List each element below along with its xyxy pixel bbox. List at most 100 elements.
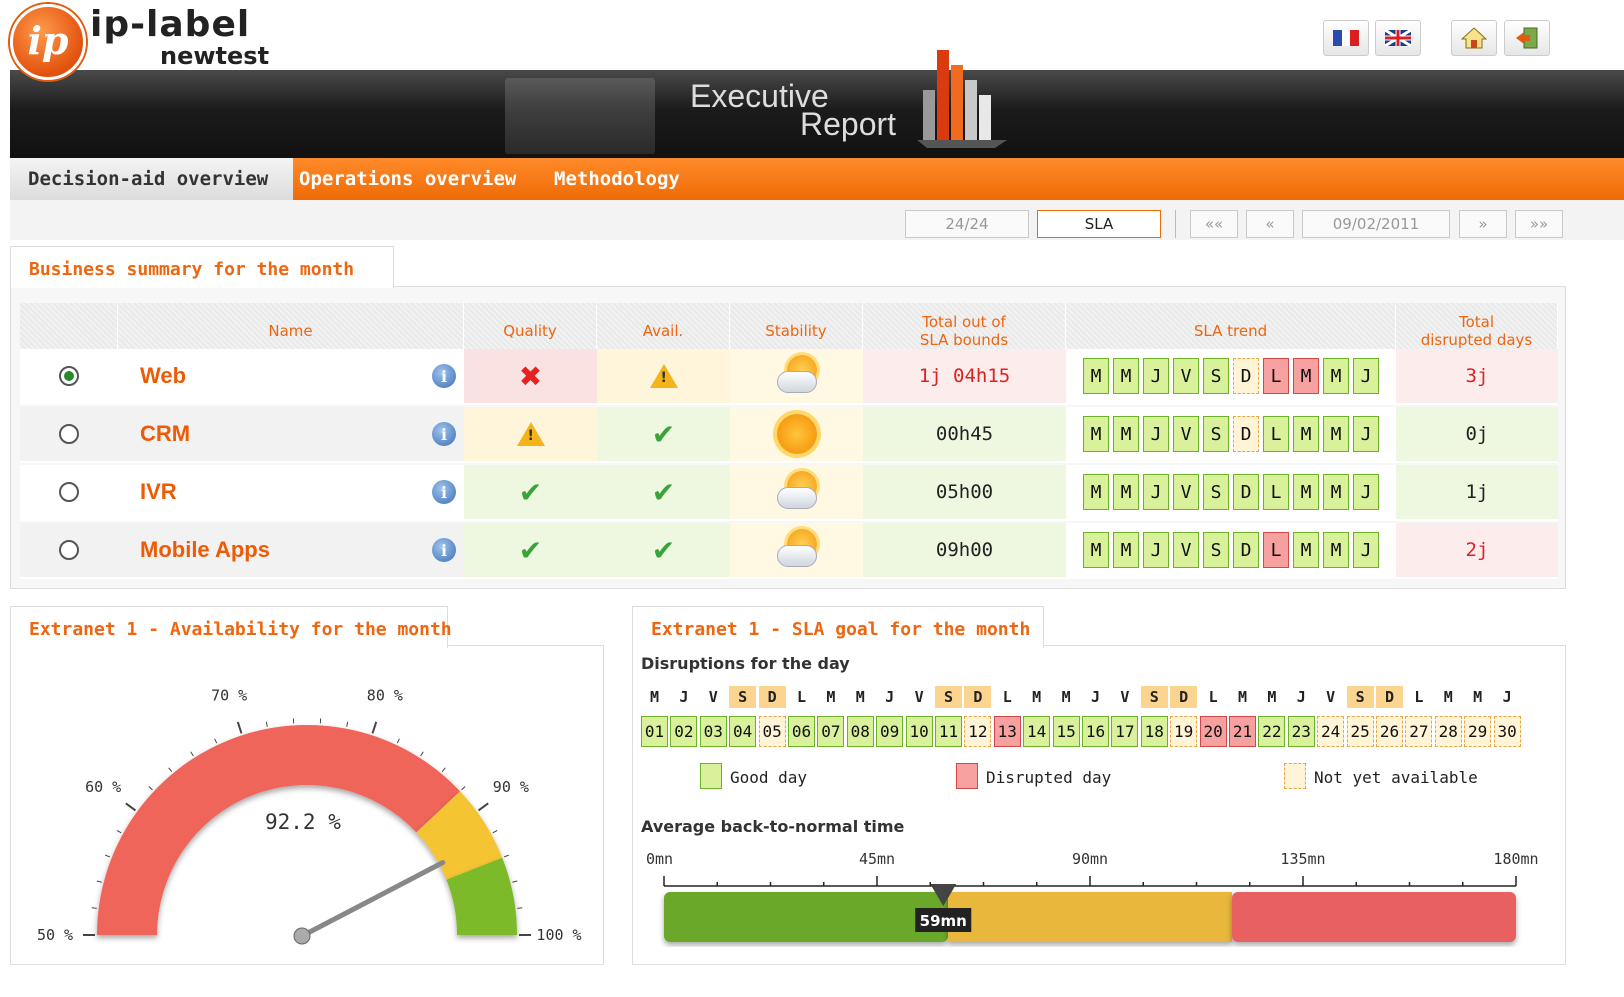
calendar-day[interactable]: 23 bbox=[1287, 716, 1315, 747]
sla-trend-day: M bbox=[1113, 474, 1139, 510]
row-select-radio[interactable] bbox=[59, 424, 79, 444]
weekday-label: M bbox=[1267, 688, 1277, 706]
table-cell: MMJVSDLMMJ bbox=[1066, 523, 1396, 579]
info-icon[interactable]: i bbox=[432, 480, 456, 504]
calendar-day[interactable]: 07 bbox=[817, 716, 845, 747]
sla-trend-day: J bbox=[1143, 474, 1169, 510]
total-disrupted-days: 2j bbox=[1465, 539, 1489, 561]
scale-label: 180mn bbox=[1493, 850, 1538, 868]
gauge-tick bbox=[91, 907, 97, 909]
sla-trend-days: MMJVSDLMMJ bbox=[1083, 532, 1379, 568]
sla-trend-day: J bbox=[1143, 358, 1169, 394]
weekday-label: L bbox=[796, 688, 807, 706]
weekday-label: V bbox=[1120, 688, 1130, 706]
calendar-day[interactable]: 08 bbox=[846, 716, 874, 747]
calendar-day[interactable]: 01 bbox=[641, 716, 668, 747]
calendar-day[interactable]: 06 bbox=[788, 716, 815, 747]
calendar-day[interactable]: 27 bbox=[1405, 716, 1433, 747]
info-icon[interactable]: i bbox=[432, 422, 456, 446]
english-flag-button[interactable] bbox=[1375, 20, 1421, 56]
calendar-day[interactable]: 13 bbox=[993, 716, 1021, 747]
weekday-label: D bbox=[1376, 686, 1403, 708]
info-icon[interactable]: i bbox=[432, 364, 456, 388]
sla-trend-day: D bbox=[1233, 532, 1259, 568]
sla-trend-day: L bbox=[1263, 474, 1289, 510]
table-cell: MMJVSDLMMJ bbox=[1066, 465, 1396, 521]
weekday-label: M bbox=[649, 688, 660, 706]
calendar-day[interactable]: 05 bbox=[758, 716, 786, 747]
logout-button[interactable] bbox=[1504, 20, 1550, 56]
calendar-day[interactable]: 12 bbox=[964, 716, 992, 747]
next-period-button[interactable]: » bbox=[1459, 210, 1507, 238]
first-period-button[interactable]: «« bbox=[1190, 210, 1238, 238]
table-cell: 05h00 bbox=[863, 465, 1066, 521]
calendar-day[interactable]: 25 bbox=[1346, 716, 1374, 747]
calendar-day[interactable]: 18 bbox=[1140, 716, 1168, 747]
tab-decision-aid-overview[interactable]: Decision-aid overview bbox=[28, 168, 268, 190]
mode-24-24-button[interactable]: 24/24 bbox=[905, 210, 1029, 238]
weekday-label: L bbox=[1414, 688, 1424, 706]
calendar-day[interactable]: 16 bbox=[1082, 716, 1109, 747]
calendar-day[interactable]: 20 bbox=[1199, 716, 1227, 747]
calendar-day[interactable]: 19 bbox=[1170, 716, 1198, 747]
table-cell: IVR i bbox=[118, 465, 464, 521]
calendar-day[interactable]: 02 bbox=[670, 716, 698, 747]
sla-trend-day: M bbox=[1323, 416, 1349, 452]
sla-trend-day: J bbox=[1353, 416, 1379, 452]
legend-disrupted-swatch bbox=[956, 763, 978, 789]
calendar-day[interactable]: 17 bbox=[1111, 716, 1139, 747]
calendar-day[interactable]: 10 bbox=[905, 716, 933, 747]
calendar-day[interactable]: 22 bbox=[1258, 716, 1286, 747]
calendar-day[interactable]: 28 bbox=[1434, 716, 1462, 747]
app-name[interactable]: Web bbox=[140, 363, 186, 389]
app-name[interactable]: Mobile Apps bbox=[140, 537, 270, 563]
calendar-day[interactable]: 30 bbox=[1493, 716, 1521, 747]
weekday-label: V bbox=[1326, 688, 1336, 706]
calendar-day[interactable]: 29 bbox=[1464, 716, 1492, 747]
calendar-day[interactable]: 21 bbox=[1229, 716, 1256, 747]
calendar-day[interactable]: 04 bbox=[729, 716, 757, 747]
calendar-day[interactable]: 11 bbox=[935, 716, 962, 747]
weekday-label: S bbox=[1346, 686, 1374, 708]
sla-trend-day: M bbox=[1293, 416, 1319, 452]
sla-trend-days: MMJVSDLMMJ bbox=[1083, 474, 1379, 510]
weekday-label: D bbox=[758, 686, 786, 708]
row-select-radio[interactable] bbox=[59, 540, 79, 560]
date-field[interactable]: 09/02/2011 bbox=[1302, 210, 1450, 238]
calendar-day[interactable]: 26 bbox=[1376, 716, 1403, 747]
app-name[interactable]: IVR bbox=[140, 479, 177, 505]
total-disrupted-days: 0j bbox=[1465, 423, 1489, 445]
row-select-radio[interactable] bbox=[59, 366, 79, 386]
previous-period-button[interactable]: « bbox=[1246, 210, 1294, 238]
scale-label: 0mn bbox=[646, 850, 673, 868]
home-button[interactable] bbox=[1451, 20, 1497, 56]
calendar-day[interactable]: 24 bbox=[1317, 716, 1345, 747]
sun-icon bbox=[776, 414, 817, 454]
last-period-button[interactable]: »» bbox=[1515, 210, 1563, 238]
calendar-day[interactable]: 03 bbox=[699, 716, 727, 747]
french-flag-button[interactable] bbox=[1323, 20, 1369, 56]
table-cell: 00h45 bbox=[863, 407, 1066, 463]
row-select-radio[interactable] bbox=[59, 482, 79, 502]
tab-methodology[interactable]: Methodology bbox=[554, 168, 680, 190]
sla-trend-day: V bbox=[1173, 416, 1199, 452]
gauge-label: 60 % bbox=[85, 778, 121, 796]
weekday-label: J bbox=[885, 688, 895, 706]
sla-trend-day: M bbox=[1293, 474, 1319, 510]
calendar-day[interactable]: 14 bbox=[1023, 716, 1051, 747]
tab-operations-overview[interactable]: Operations overview bbox=[299, 168, 516, 190]
calendar-day[interactable]: 15 bbox=[1052, 716, 1080, 747]
legend-disrupted-label: Disrupted day bbox=[986, 768, 1112, 787]
mode-sla-button[interactable]: SLA bbox=[1037, 210, 1161, 238]
scale-label: 45mn bbox=[859, 850, 895, 868]
total-out-of-sla: 05h00 bbox=[935, 481, 994, 503]
weekday-label: J bbox=[679, 688, 689, 706]
gauge-label: 90 % bbox=[493, 778, 529, 796]
app-name[interactable]: CRM bbox=[140, 421, 190, 447]
info-icon[interactable]: i bbox=[432, 538, 456, 562]
table-cell: MMJVSDLMMJ bbox=[1066, 349, 1396, 405]
legend-good-swatch bbox=[700, 763, 722, 789]
sla-trend-day: S bbox=[1203, 416, 1229, 452]
table-cell bbox=[597, 349, 730, 405]
calendar-day[interactable]: 09 bbox=[876, 716, 904, 747]
